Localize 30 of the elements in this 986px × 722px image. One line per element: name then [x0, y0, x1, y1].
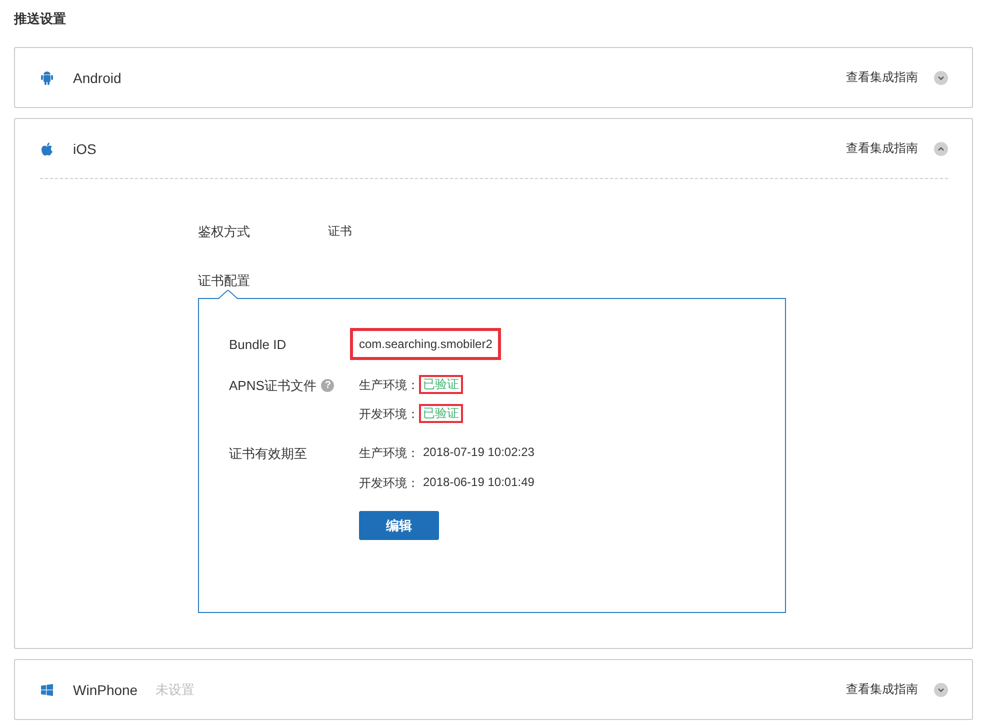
- section-title: 证书配置: [198, 273, 250, 288]
- environment-label: 生产环境：: [359, 445, 419, 462]
- field-value: 证书: [328, 223, 352, 240]
- field-label: Bundle ID: [229, 336, 288, 352]
- guide-link[interactable]: 查看集成指南: [846, 140, 918, 157]
- android-icon: [41, 70, 53, 84]
- platform-name: Android: [73, 70, 122, 86]
- platform-status: 未设置: [156, 680, 195, 698]
- field-label: 证书有效期至: [229, 445, 308, 463]
- platform-name: WinPhone: [73, 682, 138, 698]
- field-label: APNS证书文件: [229, 377, 316, 395]
- environment-label: 开发环境：: [359, 475, 419, 492]
- edit-button[interactable]: 编辑: [359, 511, 439, 540]
- verified-status: 已验证: [419, 375, 463, 394]
- guide-link[interactable]: 查看集成指南: [846, 69, 918, 86]
- windows-icon: [41, 682, 53, 696]
- bundle-id-value: com.searching.smobiler2: [350, 328, 502, 360]
- expand-icon[interactable]: [934, 682, 948, 696]
- expiry-date: 2018-07-19 10:02:23: [423, 445, 534, 459]
- expand-icon[interactable]: [934, 70, 948, 84]
- environment-label: 生产环境：: [359, 377, 419, 394]
- verified-status: 已验证: [419, 404, 463, 423]
- platform-name: iOS: [73, 140, 96, 156]
- field-label: 鉴权方式: [198, 223, 251, 241]
- page-title: 推送设置: [14, 10, 67, 28]
- expiry-date: 2018-06-19 10:01:49: [423, 475, 534, 489]
- environment-label: 开发环境：: [359, 406, 419, 423]
- apple-icon: [41, 142, 53, 156]
- collapse-icon[interactable]: [934, 142, 948, 156]
- guide-link[interactable]: 查看集成指南: [846, 681, 918, 698]
